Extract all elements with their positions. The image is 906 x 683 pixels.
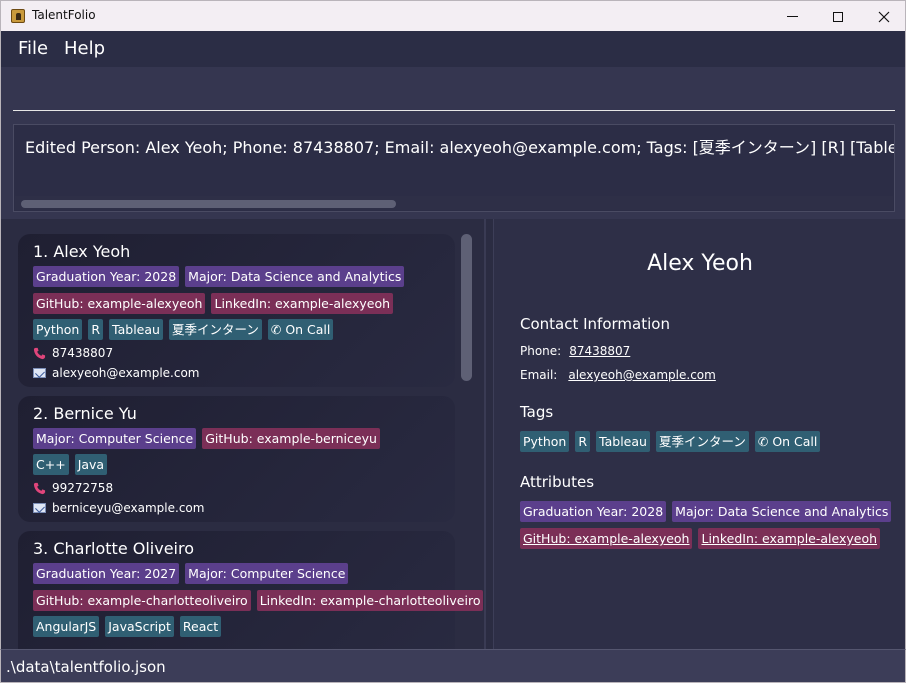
result-horizontal-scrollbar[interactable]: [15, 196, 893, 210]
tag: React: [179, 616, 222, 637]
detail-tag: Tableau: [596, 431, 650, 452]
attribute-tag: Major: Computer Science: [33, 428, 197, 449]
phone-label: Phone:: [520, 344, 562, 358]
command-box: [0, 67, 906, 116]
person-name: 2. Bernice Yu: [33, 404, 137, 423]
detail-attribute-linkedin-link[interactable]: LinkedIn: example-alexyeoh: [698, 528, 881, 549]
person-name: 1. Alex Yeoh: [33, 242, 131, 261]
phone-icon: ✆: [757, 434, 769, 449]
attribute-tag: Major: Data Science and Analytics: [185, 266, 405, 287]
detail-phone-row: Phone: 87438807: [520, 344, 630, 358]
maximize-icon: [833, 11, 843, 22]
menu-file[interactable]: File: [18, 38, 48, 59]
result-display: Edited Person: Alex Yeoh; Phone: 8743880…: [0, 116, 906, 219]
tag: JavaScript: [105, 616, 174, 637]
attribute-row: Graduation Year: 2028 Major: Data Scienc…: [33, 266, 405, 287]
detail-tag: 夏季インターン: [655, 431, 749, 452]
detail-tag: R: [575, 431, 591, 452]
tag: Java: [74, 454, 108, 475]
phone-number: 87438807: [52, 346, 114, 360]
maximize-button[interactable]: [815, 1, 861, 32]
tag: AngularJS: [33, 616, 100, 637]
detail-attribute: Graduation Year: 2028: [520, 501, 667, 522]
phone-icon: [33, 482, 46, 494]
command-input[interactable]: [13, 75, 895, 111]
email-address: alexyeoh@example.com: [52, 366, 200, 380]
minimize-button[interactable]: [769, 1, 815, 32]
attribute-tag: Graduation Year: 2028: [33, 266, 180, 287]
phone-icon: ✆: [270, 322, 282, 337]
person-detail-content: Alex Yeoh Contact Information Phone: 8743…: [493, 219, 905, 649]
detail-person-name: Alex Yeoh: [647, 251, 753, 276]
tag: Python: [33, 319, 83, 340]
detail-tag-row: Python R Tableau 夏季インターン ✆ On Call: [520, 431, 821, 452]
tag: 夏季インターン: [168, 319, 262, 340]
tag-row: AngularJS JavaScript React: [33, 616, 222, 637]
detail-tag-on-call: ✆ On Call: [754, 431, 821, 452]
phone-line: 87438807: [33, 346, 113, 360]
detail-attribute-github-link[interactable]: GitHub: example-alexyeoh: [520, 528, 693, 549]
attribute-tag: GitHub: example-berniceyu: [202, 428, 380, 449]
email-address: berniceyu@example.com: [52, 501, 205, 515]
phone-number: 99272758: [52, 481, 114, 495]
result-scrollbar-thumb[interactable]: [21, 200, 396, 208]
email-line: berniceyu@example.com: [33, 501, 204, 515]
person-card-alex-yeoh[interactable]: 1. Alex Yeoh Graduation Year: 2028 Major…: [18, 234, 455, 387]
attribute-tag: LinkedIn: example-charlotteoliveiro: [256, 590, 484, 611]
tag-row: C++ Java: [33, 454, 108, 475]
attribute-row: GitHub: example-alexyeoh LinkedIn: examp…: [33, 293, 394, 314]
detail-email-row: Email: alexyeoh@example.com: [520, 368, 716, 382]
phone-icon: [33, 347, 46, 359]
tag-on-call: ✆ On Call: [267, 319, 334, 340]
close-button[interactable]: [861, 1, 906, 32]
detail-attribute: Major: Data Science and Analytics: [672, 501, 892, 522]
email-icon: [33, 368, 46, 378]
attributes-section-title: Attributes: [520, 473, 595, 491]
list-scrollbar-thumb[interactable]: [461, 234, 472, 381]
tag: C++: [33, 454, 69, 475]
result-text: Edited Person: Alex Yeoh; Phone: 8743880…: [25, 138, 895, 157]
person-detail-panel: Alex Yeoh Contact Information Phone: 8743…: [486, 219, 906, 649]
attribute-tag: GitHub: example-charlotteoliveiro: [33, 590, 251, 611]
attribute-row: Major: Computer Science GitHub: example-…: [33, 428, 380, 449]
email-line: alexyeoh@example.com: [33, 366, 200, 380]
detail-tag: Python: [520, 431, 570, 452]
data-file-path: .\data\talentfolio.json: [6, 658, 166, 676]
tag-label: On Call: [772, 434, 818, 449]
menu-bar: File Help: [0, 31, 906, 67]
tag-label: On Call: [285, 322, 331, 337]
attribute-tag: Major: Computer Science: [185, 563, 349, 584]
person-list-panel: 1. Alex Yeoh Graduation Year: 2028 Major…: [0, 219, 486, 649]
attribute-tag: GitHub: example-alexyeoh: [33, 293, 206, 314]
person-name: 3. Charlotte Oliveiro: [33, 539, 195, 558]
title-bar: TalentFolio: [0, 0, 906, 31]
result-box: Edited Person: Alex Yeoh; Phone: 8743880…: [13, 124, 895, 212]
tag: R: [88, 319, 104, 340]
window-title: TalentFolio: [32, 8, 96, 22]
email-label: Email:: [520, 368, 558, 382]
attribute-row: GitHub: example-charlotteoliveiro Linked…: [33, 590, 484, 611]
detail-email-link[interactable]: alexyeoh@example.com: [568, 368, 716, 382]
close-icon: [878, 11, 890, 22]
email-icon: [33, 503, 46, 513]
tag-row: Python R Tableau 夏季インターン ✆ On Call: [33, 319, 334, 340]
contact-section-title: Contact Information: [520, 315, 670, 333]
menu-help[interactable]: Help: [64, 38, 105, 59]
detail-phone-link[interactable]: 87438807: [569, 344, 630, 358]
attribute-tag: Graduation Year: 2027: [33, 563, 180, 584]
app-icon: [11, 9, 25, 23]
person-card-charlotte-oliveiro[interactable]: 3. Charlotte Oliveiro Graduation Year: 2…: [18, 531, 484, 649]
detail-attribute-row: Graduation Year: 2028 Major: Data Scienc…: [520, 501, 892, 522]
attribute-tag: LinkedIn: example-alexyeoh: [211, 293, 394, 314]
person-card-bernice-yu[interactable]: 2. Bernice Yu Major: Computer Science Gi…: [18, 396, 455, 522]
tags-section-title: Tags: [520, 403, 554, 421]
detail-attribute-row: GitHub: example-alexyeoh LinkedIn: examp…: [520, 528, 881, 549]
phone-line: 99272758: [33, 481, 113, 495]
tag: Tableau: [109, 319, 163, 340]
status-bar: .\data\talentfolio.json: [0, 649, 906, 683]
minimize-icon: [786, 16, 798, 17]
attribute-row: Graduation Year: 2027 Major: Computer Sc…: [33, 563, 349, 584]
